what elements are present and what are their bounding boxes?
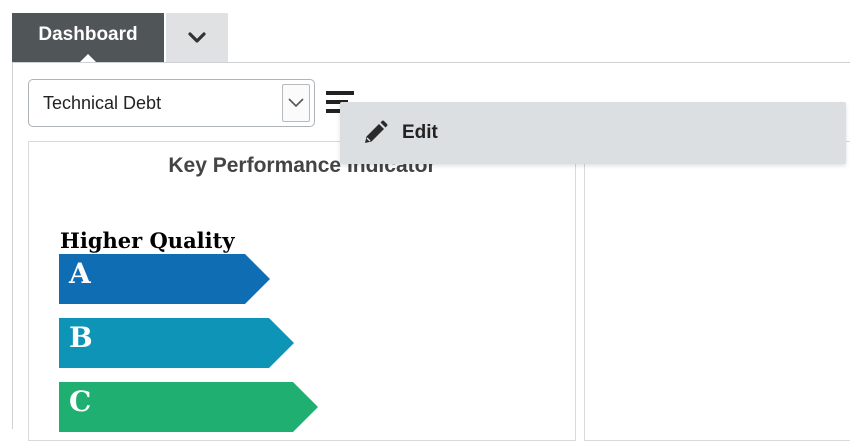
grade-bar-b-shape bbox=[59, 318, 294, 368]
tab-dropdown-button[interactable] bbox=[166, 13, 228, 62]
grade-bar-c-fill bbox=[59, 382, 318, 432]
content-left-border bbox=[12, 62, 13, 429]
kpi-widget: Key Performance Indicator Higher Quality… bbox=[28, 141, 576, 441]
pencil-icon bbox=[365, 120, 388, 143]
chevron-down-icon bbox=[288, 98, 304, 108]
grade-a-label: A bbox=[69, 257, 91, 290]
higher-quality-label: Higher Quality bbox=[60, 228, 235, 253]
active-tab-caret bbox=[80, 54, 96, 62]
tab-divider bbox=[12, 62, 850, 63]
tab-dashboard-label: Dashboard bbox=[38, 23, 138, 45]
menu-item-edit[interactable]: Edit bbox=[362, 116, 438, 150]
tab-dashboard[interactable]: Dashboard bbox=[12, 13, 164, 62]
grade-bar-a: A bbox=[59, 254, 271, 309]
dashboard-selector[interactable]: Technical Debt bbox=[28, 79, 315, 127]
grade-bar-b: B bbox=[59, 318, 295, 373]
menu-item-edit-label: Edit bbox=[402, 122, 438, 143]
secondary-widget bbox=[584, 141, 850, 441]
chevron-down-icon bbox=[188, 31, 206, 43]
dashboard-selector-value: Technical Debt bbox=[43, 93, 162, 113]
grade-bar-c-shape bbox=[59, 382, 318, 432]
dashboard-selector-arrow[interactable] bbox=[282, 84, 310, 122]
grade-b-label: B bbox=[69, 321, 93, 354]
context-menu: Edit bbox=[340, 102, 846, 164]
grade-bar-b-fill bbox=[59, 318, 294, 368]
grade-c-label: C bbox=[69, 385, 92, 418]
